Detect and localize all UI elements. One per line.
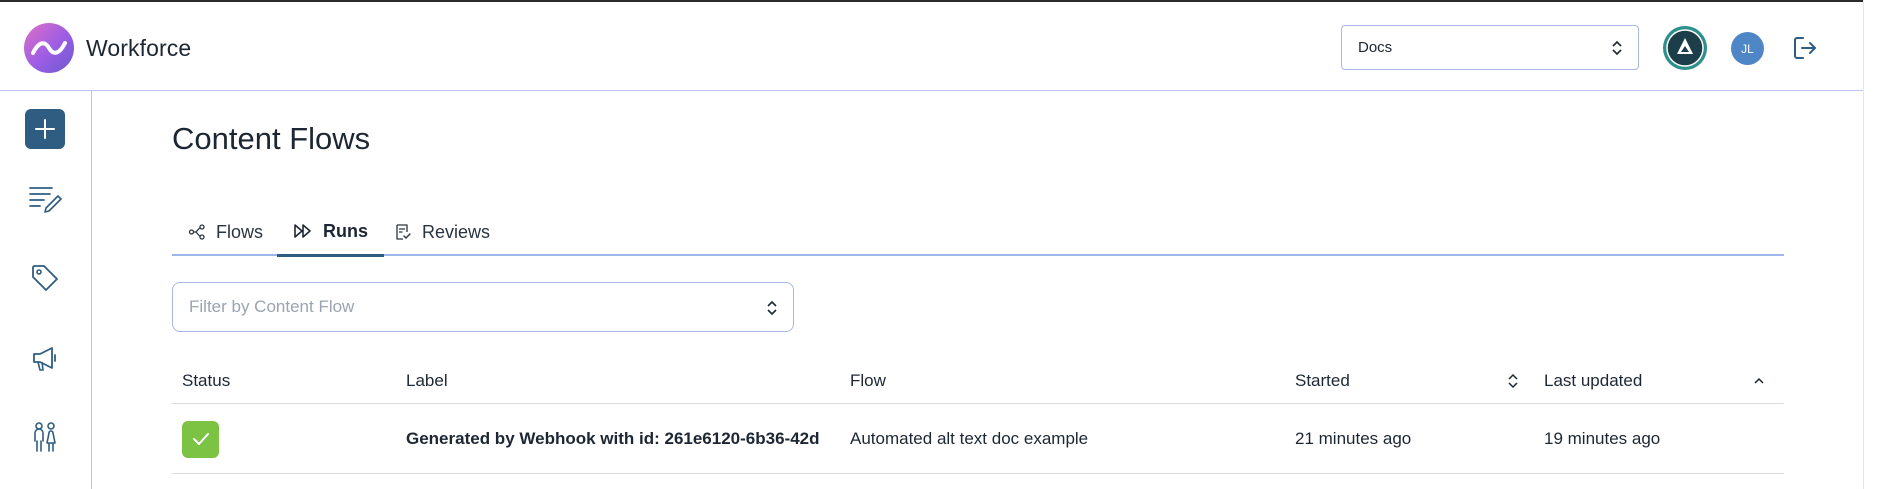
- plus-icon: [35, 119, 55, 139]
- sidebar-item-people[interactable]: [25, 417, 65, 457]
- last-updated-cell: 19 minutes ago: [1544, 429, 1661, 448]
- column-header-flow: Flow: [850, 370, 886, 390]
- sidebar: [0, 91, 92, 489]
- top-bar: Workforce Docs JL: [0, 0, 1863, 91]
- sidebar-item-new[interactable]: [25, 109, 65, 149]
- sort-ascending-icon[interactable]: [1752, 372, 1766, 390]
- sort-icon[interactable]: [1506, 372, 1520, 390]
- column-header-status: Status: [182, 370, 231, 390]
- column-header-started[interactable]: Started: [1295, 357, 1350, 404]
- people-icon: [34, 422, 56, 452]
- tab-reviews-label: Reviews: [422, 221, 491, 242]
- workspace-select-value: Docs: [1358, 39, 1393, 56]
- content-flow-filter[interactable]: Filter by Content Flow: [172, 282, 794, 332]
- status-cell: [182, 404, 219, 474]
- column-header-last-updated[interactable]: Last updated: [1544, 357, 1642, 404]
- flow-cell: Automated alt text doc example: [850, 429, 1089, 448]
- started-cell: 21 minutes ago: [1295, 429, 1412, 448]
- review-icon: [396, 224, 411, 240]
- tab-runs-label: Runs: [323, 220, 368, 241]
- tab-runs[interactable]: Runs: [277, 208, 384, 257]
- brand-name: Workforce: [86, 35, 192, 61]
- chevron-up-down-icon: [767, 300, 777, 316]
- fast-forward-icon: [294, 224, 311, 238]
- tag-icon: [32, 265, 58, 291]
- table-header: Status Label Flow Started Last updated: [172, 357, 1784, 404]
- tab-flows-label: Flows: [216, 221, 264, 242]
- flows-icon: [188, 224, 205, 240]
- check-icon: [192, 433, 209, 445]
- megaphone-icon: [33, 347, 56, 371]
- label-cell[interactable]: Generated by Webhook with id: 261e6120-6…: [406, 404, 844, 474]
- org-avatar-icon[interactable]: [1662, 25, 1708, 71]
- text-edit-icon: [29, 187, 62, 213]
- column-header-label: Label: [406, 370, 448, 390]
- tab-bar: Flows Runs Reviews: [172, 208, 1784, 257]
- table-row[interactable]: Generated by Webhook with id: 261e6120-6…: [172, 404, 1784, 474]
- filter-placeholder: Filter by Content Flow: [189, 297, 355, 316]
- status-badge: [182, 420, 219, 458]
- tab-flows[interactable]: Flows: [172, 208, 279, 256]
- logout-icon[interactable]: [1791, 34, 1819, 62]
- runs-table: Status Label Flow Started Last updated G…: [172, 357, 1784, 474]
- workforce-logo-icon[interactable]: [24, 23, 74, 73]
- sidebar-item-campaigns[interactable]: [25, 338, 65, 378]
- user-avatar[interactable]: JL: [1731, 32, 1764, 65]
- chevron-up-down-icon: [1612, 40, 1622, 56]
- scrollbar[interactable]: [1863, 0, 1881, 489]
- sidebar-item-tags[interactable]: [25, 258, 65, 298]
- workspace-select[interactable]: Docs: [1341, 25, 1639, 70]
- page-title: Content Flows: [172, 121, 371, 156]
- sidebar-item-content[interactable]: [25, 178, 65, 218]
- tab-reviews[interactable]: Reviews: [378, 208, 506, 256]
